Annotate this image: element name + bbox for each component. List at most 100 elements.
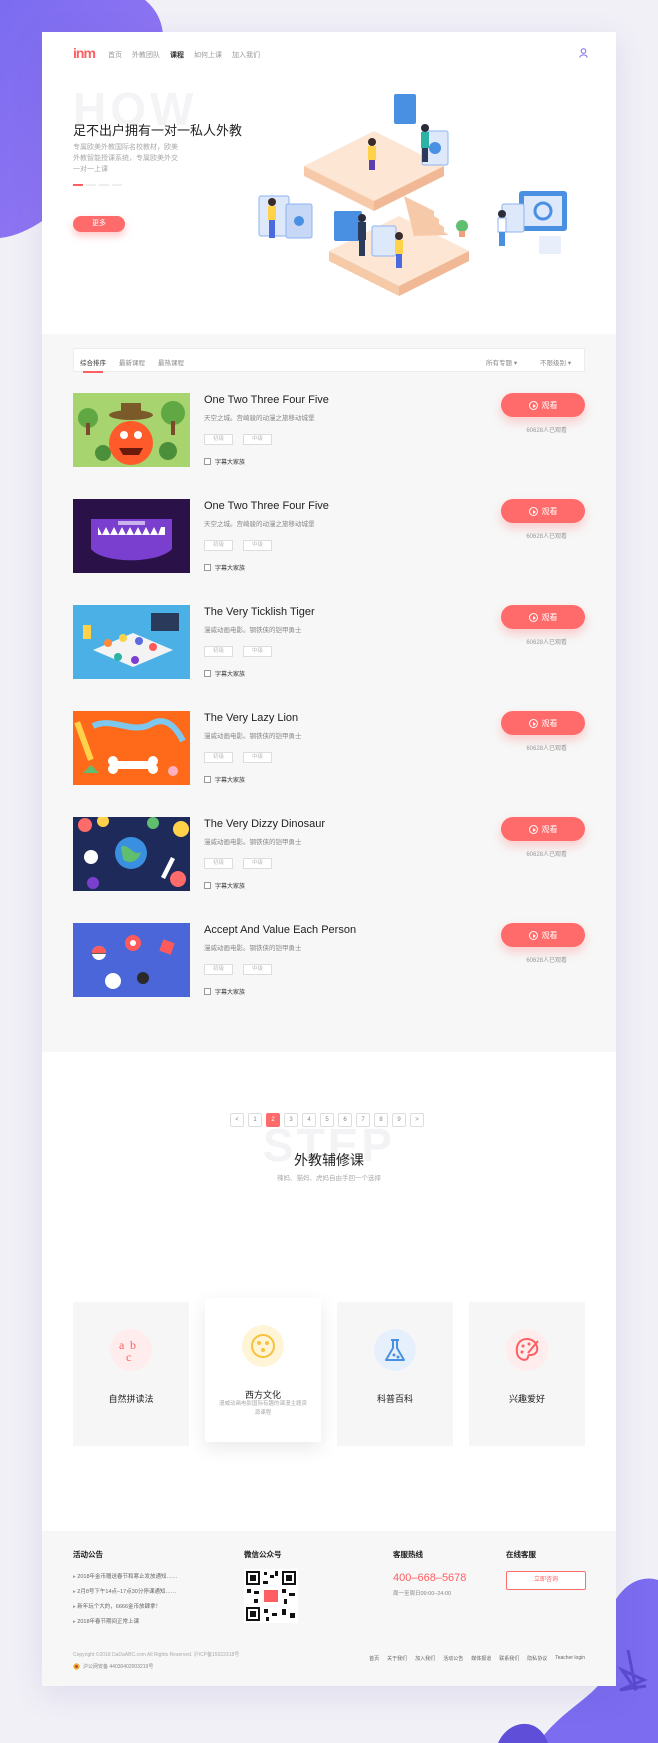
hero-carousel-dots[interactable] [73, 184, 122, 186]
level-tag: 初级 [204, 540, 233, 551]
wechat-title: 微信公众号 [244, 1550, 282, 1559]
footer-link[interactable]: 首页 [369, 1655, 379, 1662]
course-thumbnail[interactable] [73, 711, 190, 785]
checkbox-label: 字幕大家族 [215, 884, 246, 890]
category-card-science[interactable]: 科普百科 [337, 1302, 453, 1446]
footer-link[interactable]: 加入我们 [415, 1655, 435, 1662]
course-title[interactable]: Accept And Value Each Person [204, 924, 356, 936]
subtitle-checkbox[interactable]: 字幕大家族 [204, 457, 245, 466]
checkbox-icon[interactable] [204, 670, 211, 677]
course-title[interactable]: One Two Three Four Five [204, 394, 329, 406]
course-title[interactable]: The Very Lazy Lion [204, 712, 298, 724]
footer-link[interactable]: 活动公告 [443, 1655, 463, 1662]
footer-link[interactable]: Teacher login [555, 1655, 585, 1662]
checkbox-icon[interactable] [204, 882, 211, 889]
subtitle-checkbox[interactable]: 字幕大家族 [204, 669, 245, 678]
course-subtitle: 天空之城。宫崎骏的动漫之旅移动城堡 [204, 415, 315, 422]
topic-select[interactable]: 所有专题 ▾ [486, 357, 517, 367]
course-thumbnail[interactable] [73, 817, 190, 891]
checkbox-icon[interactable] [204, 988, 211, 995]
hero-title: 足不出户拥有一对一私人外教 [73, 123, 243, 138]
subtitle-checkbox[interactable]: 字幕大家族 [204, 881, 245, 890]
palette-icon [506, 1329, 548, 1371]
section-subtitle: 辣妈、猫妈、虎妈自由手回一个选择 [277, 1175, 381, 1182]
view-count: 60628人已观看 [526, 428, 567, 434]
tab-comprehensive[interactable]: 综合排序 [80, 357, 106, 373]
tab-newest[interactable]: 最新课程 [119, 357, 145, 367]
subtitle-checkbox[interactable]: 字幕大家族 [204, 987, 245, 996]
level-tag: 初级 [204, 964, 233, 975]
level-tag: 中级 [243, 540, 272, 551]
watch-button[interactable]: 观看 [501, 817, 585, 841]
consult-button[interactable]: 立即咨询 [506, 1571, 586, 1590]
checkbox-icon[interactable] [204, 564, 211, 571]
watch-button[interactable]: 观看 [501, 393, 585, 417]
course-thumbnail[interactable] [73, 393, 190, 467]
nav-item-home[interactable]: 首页 [108, 50, 122, 60]
checkbox-icon[interactable] [204, 776, 211, 783]
filter-bar: 综合排序 最新课程 最热课程 所有专题 ▾ 不限级别 ▾ [73, 348, 585, 373]
view-count: 60628人已观看 [526, 746, 567, 752]
news-item[interactable]: 2018年春节期间正常上课 [73, 1617, 178, 1625]
level-tag: 中级 [243, 752, 272, 763]
news-item[interactable]: 新年玩个大的，6666金币放肆拿！ [73, 1602, 178, 1610]
category-label: 科普百科 [376, 1394, 413, 1404]
level-select[interactable]: 不限级别 ▾ [540, 357, 571, 367]
level-tag: 初级 [204, 752, 233, 763]
footer-links: 首页 关于我们 加入我们 活动公告 媒体报道 联系我们 隐私协议 Teacher… [369, 1655, 585, 1662]
subtitle-checkbox[interactable]: 字幕大家族 [204, 775, 245, 784]
hotline-title: 客服热线 [393, 1550, 423, 1559]
beian-record: 沪公网安备 44030402003219号 [73, 1663, 153, 1670]
tab-hottest[interactable]: 最热课程 [158, 357, 184, 367]
logo[interactable]: inm [73, 45, 96, 61]
user-icon[interactable] [579, 48, 588, 58]
news-item[interactable]: 2月8号下午14点–17点30分停课通知…… [73, 1587, 178, 1595]
nav-item-join[interactable]: 加入我们 [232, 50, 260, 60]
category-card-culture[interactable]: 西方文化 漫威动画电影国际有趣的课漫主题资源课程 [205, 1298, 321, 1442]
footer-link[interactable]: 关于我们 [387, 1655, 407, 1662]
nav-item-courses[interactable]: 课程 [170, 50, 184, 60]
copyright: Copyright ©2018 DaDaABC.com All Rights R… [73, 1652, 240, 1658]
news-item[interactable]: 2018年金币赠送春节和寒止发放通知…… [73, 1572, 177, 1580]
course-title[interactable]: One Two Three Four Five [204, 500, 329, 512]
course-item: One Two Three Four Five 天空之城。宫崎骏的动漫之旅移动城… [73, 499, 585, 575]
chevron-down-icon: ▾ [513, 360, 518, 367]
play-icon [528, 718, 538, 728]
view-count: 60628人已观看 [526, 640, 567, 646]
course-title[interactable]: The Very Dizzy Dinosaur [204, 818, 325, 830]
course-thumbnail[interactable] [73, 923, 190, 997]
course-list-section: 综合排序 最新课程 最热课程 所有专题 ▾ 不限级别 ▾ One Two Thr… [42, 334, 616, 1052]
hotline-number[interactable]: 400–668–5678 [393, 1572, 466, 1584]
watch-button[interactable]: 观看 [501, 923, 585, 947]
play-icon [528, 506, 538, 516]
qr-code [244, 1569, 298, 1623]
watch-button[interactable]: 观看 [501, 605, 585, 629]
footer-link[interactable]: 联系我们 [499, 1655, 519, 1662]
view-count: 60628人已观看 [526, 852, 567, 858]
play-icon [528, 400, 538, 410]
nav-item-teachers[interactable]: 外教团队 [132, 50, 160, 60]
more-button[interactable]: 更多 [73, 216, 125, 232]
category-card-phonics[interactable]: a b c 自然拼读法 [73, 1302, 189, 1446]
category-card-hobby[interactable]: 兴趣爱好 [469, 1302, 585, 1446]
category-desc: 漫威动画电影国际有趣的课漫主题资源课程 [219, 1401, 308, 1416]
beian-text[interactable]: 沪公网安备 44030402003219号 [83, 1663, 153, 1670]
subtitle-checkbox[interactable]: 字幕大家族 [204, 563, 245, 572]
course-thumbnail[interactable] [73, 605, 190, 679]
course-title[interactable]: The Very Ticklish Tiger [204, 606, 315, 618]
watch-label: 观看 [541, 824, 558, 834]
course-item: Accept And Value Each Person 漫威动画电影。钢铁侠的… [73, 923, 585, 999]
checkbox-icon[interactable] [204, 458, 211, 465]
section-title: 外教辅修课 [294, 1152, 364, 1168]
nav-item-how[interactable]: 如何上课 [194, 50, 222, 60]
category-label: 兴趣爱好 [508, 1394, 545, 1404]
footer-link[interactable]: 隐私协议 [527, 1655, 547, 1662]
course-item: The Very Ticklish Tiger 漫威动画电影。钢铁侠的铠甲勇士 … [73, 605, 585, 681]
watch-button[interactable]: 观看 [501, 711, 585, 735]
course-subtitle: 漫威动画电影。钢铁侠的铠甲勇士 [204, 627, 302, 634]
chevron-down-icon: ▾ [567, 360, 572, 367]
course-thumbnail[interactable] [73, 499, 190, 573]
watch-button[interactable]: 观看 [501, 499, 585, 523]
footer-link[interactable]: 媒体报道 [471, 1655, 491, 1662]
course-subtitle: 漫威动画电影。钢铁侠的铠甲勇士 [204, 839, 302, 846]
